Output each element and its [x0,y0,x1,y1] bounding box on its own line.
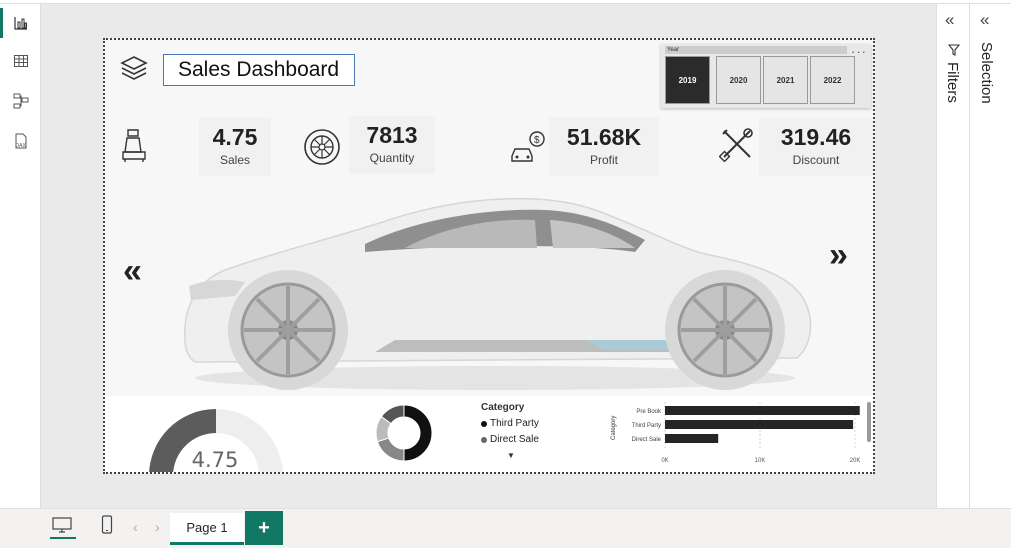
filters-label: Filters [944,62,961,103]
powerbi-app: DAX Sales Dashboard Year ··· 2019 2020 2… [0,0,1011,548]
slicer-option-2021[interactable]: 2021 [763,56,808,104]
selection-pane[interactable]: « Selection [969,4,1011,508]
slicer-option-2020[interactable]: 2020 [716,56,761,104]
svg-text:DAX: DAX [15,143,26,149]
filter-icon [948,44,960,56]
x-tick-label: 10K [755,458,766,464]
slicer-header: Year [665,46,847,54]
year-slicer[interactable]: Year ··· 2019 2020 2021 2022 [661,44,871,108]
kpi-quantity-label: Quantity [369,151,415,165]
kpi-profit-value: 51.68K [566,124,642,150]
category-tick-label: Pre Book [636,409,662,415]
category-bar[interactable] [665,420,854,429]
kpi-profit-label: Profit [589,153,618,167]
table-view-icon[interactable] [0,44,41,78]
previous-arrow-icon[interactable]: « [123,252,142,291]
y-axis-title: Category [611,416,617,440]
filters-pane[interactable]: « Filters [936,4,969,508]
kpi-sales: 4.75 Sales [199,118,271,176]
selection-label: Selection [978,42,995,104]
report-view-icon[interactable] [0,6,41,40]
bottom-visuals: 4.75 Category Third Party Direct Sale ▼ … [105,396,873,472]
donut-chart[interactable] [375,404,433,462]
legend-label: Third Party [490,418,539,429]
legend-scroll-down-icon[interactable]: ▼ [507,451,539,460]
legend-item-direct-sale[interactable]: Direct Sale [481,434,539,445]
next-arrow-icon[interactable]: » [829,236,848,275]
page-navigation-bar: ‹ › Page 1 + [0,508,1011,548]
kpi-profit: 51.68K Profit [549,118,659,176]
car-image [184,197,812,390]
legend-dot [481,436,487,443]
kpi-discount-label: Discount [792,153,840,167]
kpi-discount-value: 319.46 [780,124,852,150]
dax-query-icon[interactable]: DAX [0,124,41,158]
collapse-filters-icon[interactable]: « [945,10,954,30]
kpi-quantity-value: 7813 [366,122,418,148]
legend-title: Category [481,402,525,413]
slicer-option-2022[interactable]: 2022 [810,56,855,104]
svg-text:$: $ [534,135,540,146]
donut-slice[interactable] [403,404,433,462]
collapse-selection-icon[interactable]: « [980,10,989,30]
gauge-value: 4.75 [191,448,239,472]
legend-dot [481,420,487,427]
category-bar[interactable] [665,406,860,415]
car-seat-icon [122,129,146,162]
category-tick-label: Third Party [632,423,661,429]
wheel-icon [304,129,340,165]
category-tick-label: Direct Sale [632,437,662,443]
kpi-discount: 319.46 Discount [759,118,873,176]
desktop-layout-icon[interactable] [51,517,73,533]
tab-page-1[interactable]: Page 1 [170,513,244,545]
kpi-sales-label: Sales [219,153,251,167]
visual-scrollbar[interactable] [867,402,871,442]
x-tick-label: 0K [661,458,668,464]
legend-label: Direct Sale [490,434,539,445]
page-title: Sales Dashboard [163,54,355,86]
left-rail: DAX [0,4,41,508]
category-legend: Category Third Party Direct Sale ▼ [481,402,539,460]
model-view-icon[interactable] [0,84,41,118]
kpi-sales-value: 4.75 [212,124,258,150]
donut-slice[interactable] [376,437,405,462]
layers-icon [120,56,148,80]
category-bar-chart[interactable]: Category Pre Book Third Party Direct Sale 0K… [547,400,867,470]
kpi-quantity: 7813 Quantity [349,116,435,174]
x-tick-label: 20K [850,458,861,464]
category-bar[interactable] [665,434,719,443]
previous-page-icon[interactable]: ‹ [133,519,138,535]
mobile-layout-icon[interactable] [101,515,113,535]
next-page-icon[interactable]: › [155,519,160,535]
layout-active-indicator [50,537,76,539]
legend-item-third-party[interactable]: Third Party [481,418,539,429]
report-page[interactable]: Sales Dashboard Year ··· 2019 2020 2021 … [103,38,875,474]
report-canvas: Sales Dashboard Year ··· 2019 2020 2021 … [41,4,936,508]
car-money-icon: $ [511,131,545,162]
tools-icon [719,128,753,162]
slicer-option-2019[interactable]: 2019 [665,56,710,104]
add-page-button[interactable]: + [245,511,283,545]
